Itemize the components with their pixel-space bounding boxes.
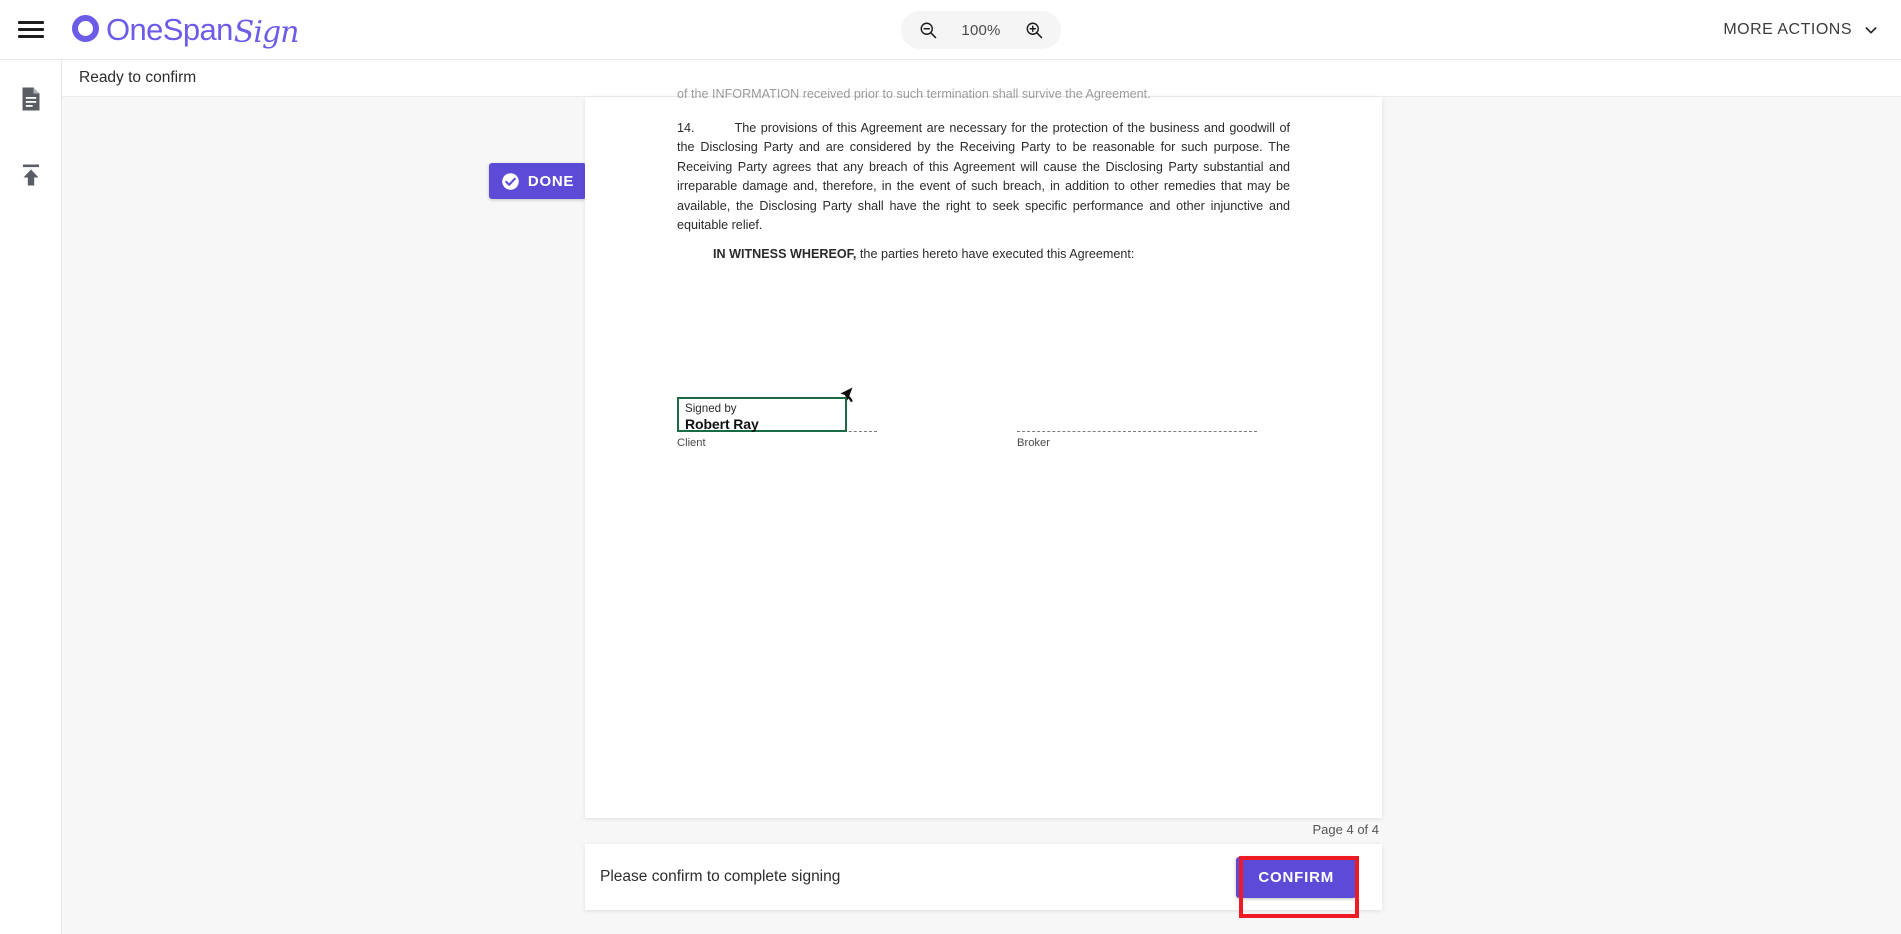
sidebar-item-documents[interactable] [14,82,48,116]
zoom-in-icon [1026,22,1043,39]
done-badge[interactable]: DONE [489,163,586,199]
more-actions-button[interactable]: MORE ACTIONS [1723,0,1879,59]
zoom-level-label: 100% [961,21,1001,39]
witness-bold-text: IN WITNESS WHEREOF, [713,247,857,261]
zoom-out-button[interactable] [915,17,941,43]
hamburger-menu-button[interactable] [0,0,62,59]
done-badge-label: DONE [527,172,575,190]
document-clause-paragraph: 14. The provisions of this Agreement are … [677,119,1290,235]
clause-text: The provisions of this Agreement are nec… [677,121,1290,233]
hamburger-icon [18,17,44,43]
brand-suffix-text: Sign [233,15,300,50]
document-witness-line: IN WITNESS WHEREOF, the parties hereto h… [713,245,1134,264]
zoom-out-icon [920,22,937,39]
confirm-button[interactable]: CONFIRM [1236,856,1356,898]
confirm-message: Please confirm to complete signing [600,868,841,885]
document-workspace: DONE of the INFORMATION received prior t… [62,87,1901,934]
signing-app-window: OneSpan Sign 100% MORE ACTIONS Ready to … [0,0,1901,934]
zoom-control-group: 100% [901,11,1061,49]
client-label: Client [677,437,706,449]
clause-number: 14. [677,121,695,135]
brand-name-text: OneSpan [106,12,233,47]
status-text: Ready to confirm [79,69,197,86]
chevron-down-icon [1865,26,1877,33]
more-actions-label: MORE ACTIONS [1723,20,1852,38]
onespan-ring-icon [72,15,99,42]
left-sidebar-rail [0,60,62,934]
signature-field-client[interactable]: Signed by Robert Ray [677,397,847,432]
confirm-bar: Please confirm to complete signing CONFI… [585,844,1382,910]
signed-by-label: Signed by [685,402,737,415]
broker-label: Broker [1017,437,1050,449]
broker-signature-line [1017,431,1257,432]
check-circle-icon [502,172,519,190]
witness-rest-text: the parties hereto have executed this Ag… [856,247,1135,261]
sidebar-item-upload[interactable] [14,158,48,192]
upload-icon [22,164,39,186]
document-icon [22,87,39,111]
zoom-in-button[interactable] [1021,17,1047,43]
top-header-bar: OneSpan Sign 100% MORE ACTIONS [0,0,1901,60]
page-indicator: Page 4 of 4 [1312,822,1380,837]
document-page[interactable]: of the INFORMATION received prior to suc… [585,87,1382,818]
brand-logo[interactable]: OneSpan Sign [72,0,300,59]
document-faded-line: of the INFORMATION received prior to suc… [677,87,1151,101]
signer-name: Robert Ray [685,416,759,432]
